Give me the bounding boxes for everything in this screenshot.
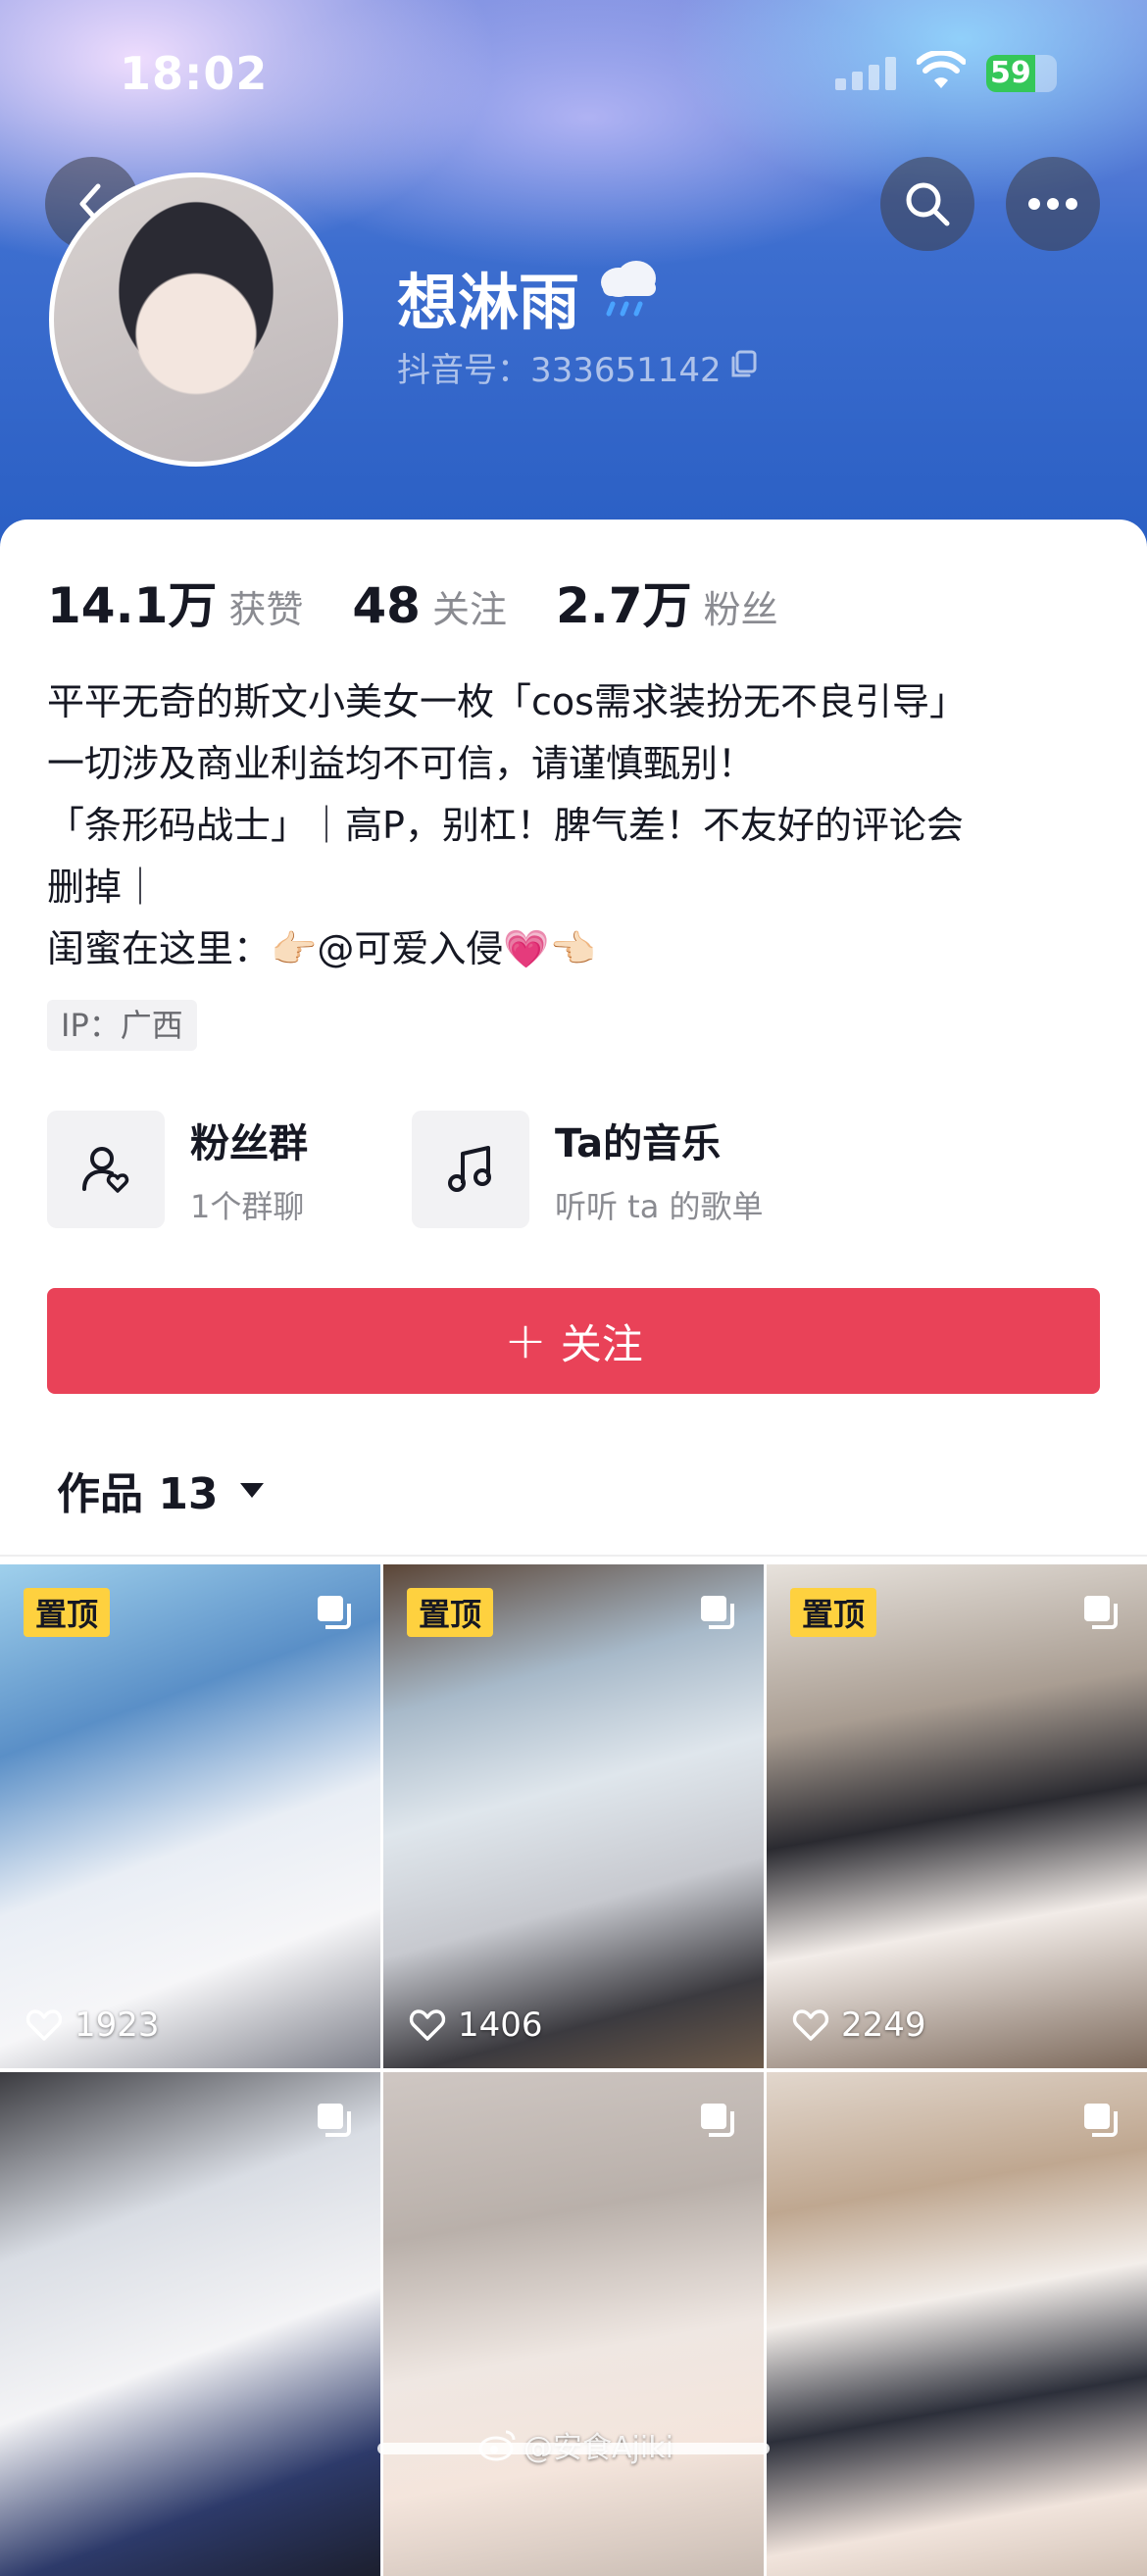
status-bar: 18:02 59 (0, 0, 1147, 147)
more-button[interactable] (1006, 157, 1100, 251)
likes-label: 获赞 (228, 588, 304, 631)
likes-count: 14.1万 (47, 577, 218, 634)
like-count-text: 1923 (75, 2006, 160, 2045)
video-thumbnail[interactable]: 置顶 2249 (767, 1564, 1147, 2068)
wifi-icon (917, 51, 966, 88)
video-thumbnail[interactable]: 置顶 1406 (383, 1564, 764, 2068)
video-thumbnail[interactable] (383, 2072, 764, 2576)
works-tab[interactable]: 作品 13 (57, 1459, 264, 1521)
stats-row: 14.1万 获赞 48 关注 2.7万 粉丝 (47, 567, 827, 637)
home-indicator[interactable] (377, 2443, 770, 2454)
profile-avatar[interactable] (49, 173, 343, 467)
multi-image-icon (1084, 1596, 1118, 1629)
multi-image-icon (701, 1596, 734, 1629)
dropdown-triangle-icon (239, 1482, 264, 1498)
profile-name: 想淋雨 (397, 267, 580, 338)
bio-line-friend-mention[interactable]: 闺蜜在这里：👉🏻@可爱入侵💗👈🏻 (47, 918, 1106, 980)
fan-group-icon (47, 1111, 165, 1228)
multi-image-icon (1084, 2104, 1118, 2137)
more-dots-icon (1028, 198, 1077, 210)
like-count: 1923 (25, 2006, 160, 2045)
fan-group-title: 粉丝群 (190, 1121, 308, 1166)
music-title: Ta的音乐 (555, 1121, 722, 1166)
bio-line: 平平无奇的斯文小美女一枚「cos需求装扮无不良引导」 (47, 680, 967, 723)
cellular-signal-icon (835, 57, 898, 90)
douyin-id: 抖音号：333651142 (397, 351, 722, 390)
battery-level: 59 (990, 56, 1031, 90)
heart-outline-icon (25, 2009, 63, 2041)
multi-image-icon (318, 2104, 351, 2137)
music-entry[interactable]: Ta的音乐 听听 ta 的歌单 (412, 1110, 764, 1229)
battery-icon: 59 (986, 55, 1057, 92)
tab-divider (0, 1555, 1147, 1557)
bio-line: 一切涉及商业利益均不可信，请谨慎甄别！ (47, 742, 756, 785)
plus-icon: + (504, 1312, 547, 1370)
heart-outline-icon (409, 2009, 446, 2041)
search-icon (906, 182, 950, 226)
profile-bio: 平平无奇的斯文小美女一枚「cos需求装扮无不良引导」 一切涉及商业利益均不可信，… (47, 671, 1106, 980)
rain-cloud-emoji-icon (601, 261, 656, 317)
like-count: 2249 (792, 2006, 926, 2045)
pinned-badge: 置顶 (24, 1588, 111, 1637)
video-thumbnail[interactable] (0, 2072, 380, 2576)
follow-button[interactable]: + 关注 (47, 1288, 1100, 1394)
ip-location-badge: IP：广西 (47, 1000, 197, 1051)
like-count-text: 2249 (841, 2006, 926, 2045)
works-tab-label: 作品 13 (57, 1469, 219, 1519)
followers-label[interactable]: 粉丝 (704, 579, 778, 633)
music-note-icon (412, 1111, 529, 1228)
video-thumbnail[interactable]: 置顶 1923 (0, 1564, 380, 2068)
music-subtitle: 听听 ta 的歌单 (555, 1188, 764, 1225)
like-count-text: 1406 (458, 2006, 543, 2045)
fan-group-entry[interactable]: 粉丝群 1个群聊 (47, 1110, 308, 1229)
multi-image-icon (701, 2104, 734, 2137)
like-count: 1406 (409, 2006, 543, 2045)
heart-outline-icon (792, 2009, 829, 2041)
bio-line: 删掉｜ (47, 866, 160, 909)
status-time: 18:02 (120, 47, 269, 100)
following-label[interactable]: 关注 (432, 579, 507, 633)
follow-button-label: 关注 (560, 1319, 643, 1368)
search-button[interactable] (880, 157, 974, 251)
video-thumbnail[interactable] (767, 2072, 1147, 2576)
multi-image-icon (318, 1596, 351, 1629)
pinned-badge: 置顶 (407, 1588, 494, 1637)
pinned-badge: 置顶 (790, 1588, 877, 1637)
copy-icon[interactable] (729, 349, 759, 380)
followers-count[interactable]: 2.7万 (556, 567, 692, 637)
fan-group-subtitle: 1个群聊 (190, 1188, 305, 1225)
following-count[interactable]: 48 (352, 577, 421, 634)
bio-line: 「条形码战士」｜高P，别杠！脾气差！不友好的评论会 (47, 804, 964, 847)
